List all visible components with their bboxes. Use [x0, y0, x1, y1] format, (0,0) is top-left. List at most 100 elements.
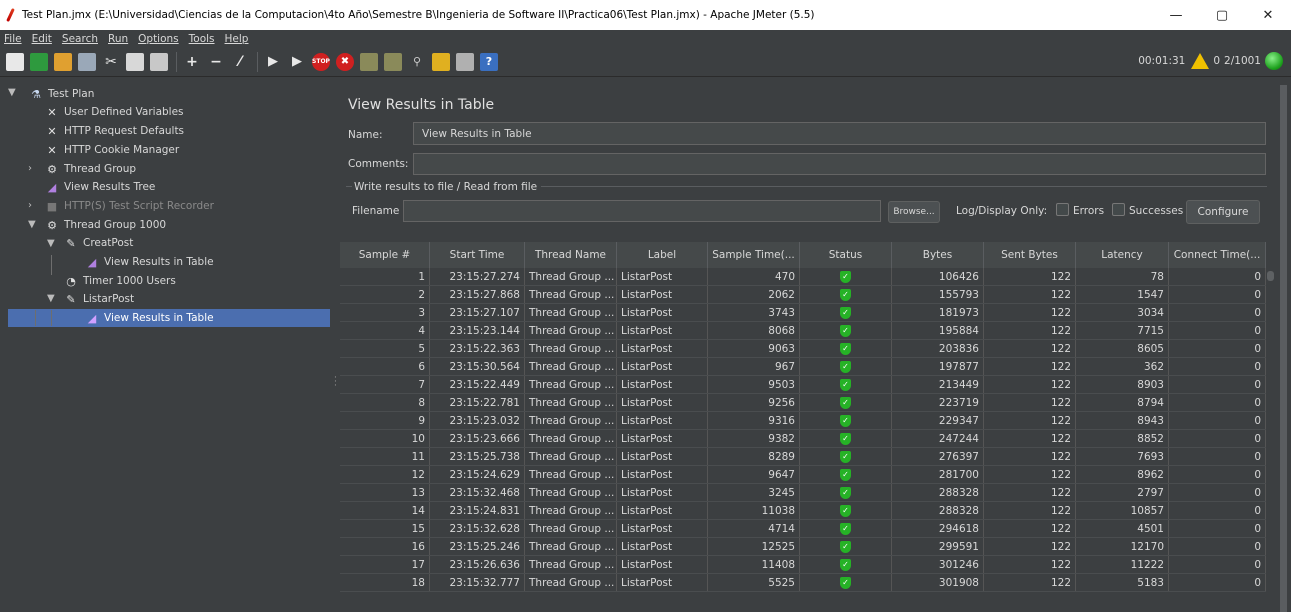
table-cell: 5525 [708, 574, 800, 591]
table-cell: 203836 [892, 340, 984, 357]
open-icon[interactable] [54, 52, 72, 71]
chevron-right-icon[interactable]: › [28, 163, 32, 174]
tree-item-thread-group-1000[interactable]: ⚙ Thread Group 1000 [44, 216, 166, 234]
table-row[interactable]: 9 23:15:23.032 Thread Group ... ListarPost 9… [340, 412, 1266, 430]
tree-item-thread-group[interactable]: ⚙ Thread Group [44, 160, 136, 178]
name-label: Name: [348, 129, 383, 141]
success-shield-icon: ✓ [840, 540, 851, 553]
minimize-button[interactable]: — [1153, 0, 1199, 30]
tree-item-timer-1000-users[interactable]: ◔ Timer 1000 Users [63, 272, 176, 290]
tree-item-test-script-recorder[interactable]: ■ HTTP(S) Test Script Recorder [44, 197, 214, 215]
tree-item-http-cookie-manager[interactable]: ✕ HTTP Cookie Manager [44, 141, 179, 159]
table-row[interactable]: 12 23:15:24.629 Thread Group ... ListarPost… [340, 466, 1266, 484]
table-row[interactable]: 18 23:15:32.777 Thread Group ... ListarPost… [340, 574, 1266, 592]
cut-icon[interactable]: ✂ [102, 53, 120, 71]
table-cell: 3034 [1076, 304, 1169, 321]
search-icon[interactable]: ⚲ [408, 53, 426, 71]
menu-help[interactable]: Help [225, 33, 249, 45]
table-row[interactable]: 2 23:15:27.868 Thread Group ... ListarPost 2… [340, 286, 1266, 304]
shutdown-icon[interactable]: ✖ [336, 52, 354, 71]
help-icon[interactable]: ? [480, 52, 498, 71]
reset-search-icon[interactable] [432, 52, 450, 71]
status-cell: ✓ [800, 304, 892, 321]
tree-item-view-results-in-table[interactable]: ◢ View Results in Table [84, 253, 214, 271]
paste-icon[interactable] [150, 52, 168, 71]
table-row[interactable]: 17 23:15:26.636 Thread Group ... ListarPost… [340, 556, 1266, 574]
menu-file[interactable]: File [4, 33, 22, 45]
tree-item-creatpost[interactable]: ✎ CreatPost [63, 234, 133, 252]
table-row[interactable]: 4 23:15:23.144 Thread Group ... ListarPost 8… [340, 322, 1266, 340]
column-header[interactable]: Status [800, 242, 892, 268]
status-cell: ✓ [800, 394, 892, 411]
panel-scrollbar[interactable] [1280, 85, 1287, 612]
scrollbar-thumb[interactable] [1267, 271, 1274, 281]
tree-item-listarpost[interactable]: ✎ ListarPost [63, 290, 134, 308]
table-cell: 12170 [1076, 538, 1169, 555]
chevron-down-icon[interactable]: ▼ [47, 293, 55, 304]
successes-checkbox[interactable] [1112, 203, 1125, 216]
chevron-down-icon[interactable]: ▼ [28, 219, 36, 230]
tree-item-test-plan[interactable]: ⚗ Test Plan [28, 85, 94, 103]
split-pane-divider[interactable]: · · · [331, 85, 340, 612]
column-header[interactable]: Thread Name [525, 242, 617, 268]
table-scrollbar[interactable] [1266, 269, 1275, 612]
menu-tools[interactable]: Tools [189, 33, 215, 45]
tree-item-http-request-defaults[interactable]: ✕ HTTP Request Defaults [44, 122, 184, 140]
column-header[interactable]: Latency [1076, 242, 1169, 268]
column-header[interactable]: Sample # [340, 242, 430, 268]
menu-search[interactable]: Search [62, 33, 98, 45]
browse-button[interactable]: Browse... [888, 201, 940, 223]
configure-button[interactable]: Configure [1186, 200, 1260, 224]
start-icon[interactable]: ▶ [264, 53, 282, 71]
table-row[interactable]: 11 23:15:25.738 Thread Group ... ListarPost… [340, 448, 1266, 466]
table-cell: 8943 [1076, 412, 1169, 429]
column-header[interactable]: Connect Time(... [1169, 242, 1266, 268]
table-row[interactable]: 13 23:15:32.468 Thread Group ... ListarPost… [340, 484, 1266, 502]
copy-icon[interactable] [126, 52, 144, 71]
tree-item-view-results-tree[interactable]: ◢ View Results Tree [44, 178, 156, 196]
comments-field[interactable] [413, 153, 1266, 175]
chevron-down-icon[interactable]: ▼ [8, 87, 16, 98]
column-header[interactable]: Bytes [892, 242, 984, 268]
errors-checkbox[interactable] [1056, 203, 1069, 216]
menu-options[interactable]: Options [138, 33, 179, 45]
table-row[interactable]: 1 23:15:27.274 Thread Group ... ListarPost 4… [340, 268, 1266, 286]
table-row[interactable]: 6 23:15:30.564 Thread Group ... ListarPost 9… [340, 358, 1266, 376]
menu-edit[interactable]: Edit [32, 33, 52, 45]
table-row[interactable]: 14 23:15:24.831 Thread Group ... ListarPost… [340, 502, 1266, 520]
table-row[interactable]: 8 23:15:22.781 Thread Group ... ListarPost 9… [340, 394, 1266, 412]
table-row[interactable]: 10 23:15:23.666 Thread Group ... ListarPost… [340, 430, 1266, 448]
templates-icon[interactable] [30, 52, 48, 71]
tree-item-view-results-in-table-selected[interactable]: ◢ View Results in Table [84, 309, 214, 327]
expand-icon[interactable]: + [183, 53, 201, 71]
chevron-down-icon[interactable]: ▼ [47, 238, 55, 249]
column-header[interactable]: Label [617, 242, 708, 268]
column-header[interactable]: Sent Bytes [984, 242, 1076, 268]
chevron-right-icon[interactable]: › [28, 200, 32, 211]
stop-icon[interactable]: STOP [312, 52, 330, 71]
name-field[interactable]: View Results in Table [413, 122, 1266, 145]
flask-icon: ⚗ [31, 87, 41, 101]
clear-icon[interactable] [360, 52, 378, 71]
warning-icon[interactable] [1191, 53, 1210, 69]
table-row[interactable]: 5 23:15:22.363 Thread Group ... ListarPost 9… [340, 340, 1266, 358]
table-row[interactable]: 3 23:15:27.107 Thread Group ... ListarPost 3… [340, 304, 1266, 322]
clear-all-icon[interactable] [384, 52, 402, 71]
save-icon[interactable] [78, 52, 96, 71]
menu-run[interactable]: Run [108, 33, 128, 45]
table-row[interactable]: 16 23:15:25.246 Thread Group ... ListarPost… [340, 538, 1266, 556]
start-no-pauses-icon[interactable]: ▶ [288, 53, 306, 71]
tree-item-user-defined-variables[interactable]: ✕ User Defined Variables [44, 103, 183, 121]
collapse-icon[interactable]: − [207, 53, 225, 71]
toggle-icon[interactable]: ⁄ [231, 53, 249, 71]
close-button[interactable]: ✕ [1245, 0, 1291, 30]
function-helper-icon[interactable] [456, 52, 474, 71]
maximize-button[interactable]: ▢ [1199, 0, 1245, 30]
column-header[interactable]: Start Time [430, 242, 525, 268]
filename-field[interactable] [403, 200, 881, 222]
new-icon[interactable] [6, 52, 24, 71]
table-cell: 23:15:32.468 [430, 484, 525, 501]
table-row[interactable]: 7 23:15:22.449 Thread Group ... ListarPost 9… [340, 376, 1266, 394]
table-row[interactable]: 15 23:15:32.628 Thread Group ... ListarPost… [340, 520, 1266, 538]
column-header[interactable]: Sample Time(... [708, 242, 800, 268]
